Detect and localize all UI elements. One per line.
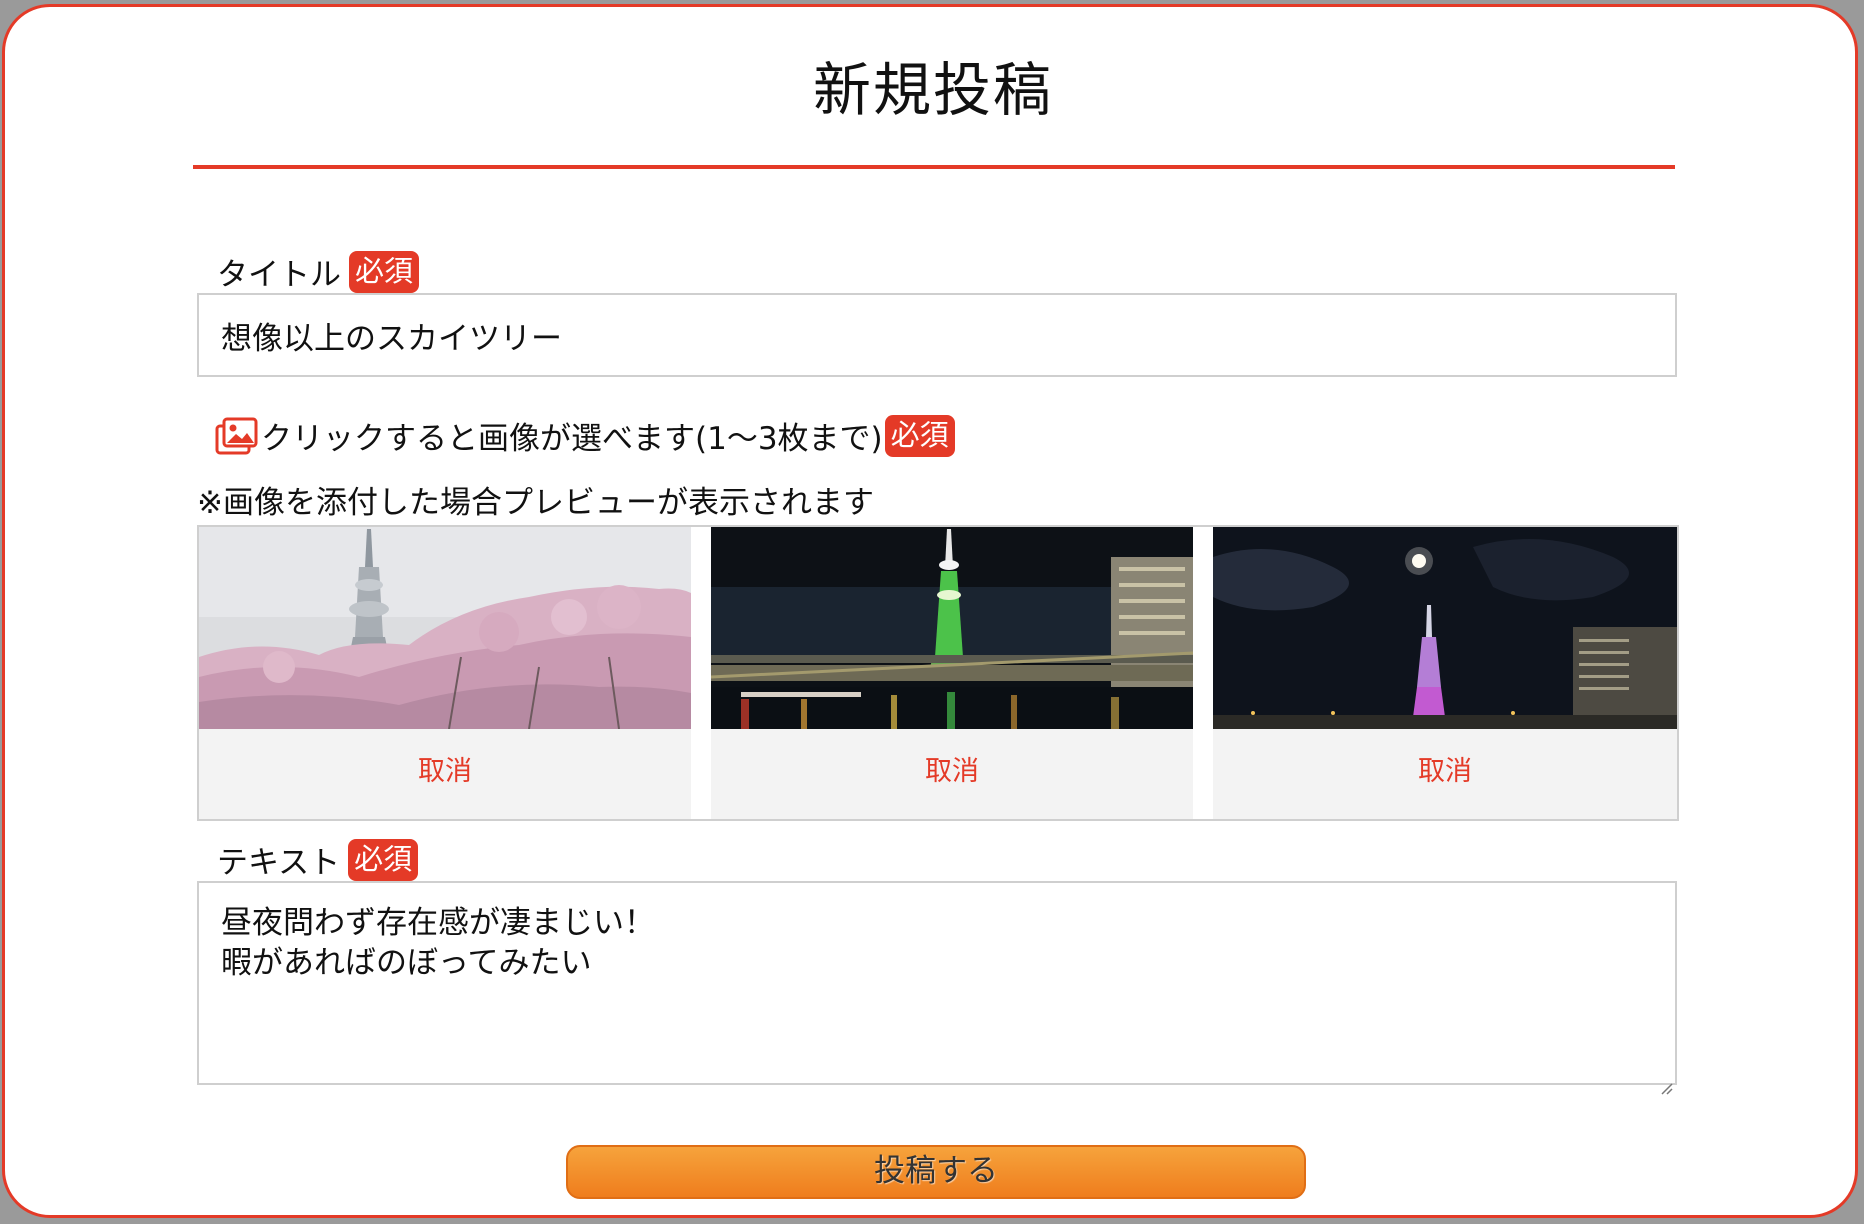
image-upload-icon[interactable] — [215, 416, 259, 456]
preview-photo-green-night — [711, 527, 1193, 729]
title-label: タイトル — [217, 257, 341, 293]
preview-photo-moon-night — [1213, 527, 1677, 729]
required-badge: 必須 — [884, 414, 955, 457]
image-preview-area: 取消 取消 取消 — [197, 525, 1679, 821]
text-label: テキスト — [217, 845, 341, 881]
image-preview-card: 取消 — [199, 527, 691, 819]
title-input[interactable]: 想像以上のスカイツリー — [197, 293, 1677, 377]
preview-note: ※画像を添付した場合プレビューが表示されます — [197, 485, 874, 521]
title-label-row: タイトル 必須 — [217, 249, 420, 294]
textarea-line: 暇があればのぼってみたい — [221, 945, 592, 981]
required-badge: 必須 — [349, 250, 420, 293]
image-preview-card: 取消 — [711, 527, 1193, 819]
resize-handle-icon[interactable] — [1657, 1065, 1673, 1095]
cancel-preview-2-button[interactable]: 取消 — [711, 749, 1193, 788]
image-select-label-row[interactable]: クリックすると画像が選べます(1〜3枚まで) 必須 — [215, 413, 955, 458]
required-badge: 必須 — [348, 838, 419, 881]
image-select-label[interactable]: クリックすると画像が選べます(1〜3枚まで) — [261, 413, 883, 458]
page-title: 新規投稿 — [812, 56, 1053, 124]
text-textarea[interactable]: 昼夜問わず存在感が凄まじい！ 暇があればのぼってみたい — [197, 881, 1677, 1095]
post-form-card: 新規投稿 タイトル 必須 想像以上のスカイツリー クリックすると画像が選べます(… — [2, 4, 1858, 1218]
cancel-preview-1-button[interactable]: 取消 — [199, 749, 691, 788]
text-label-row: テキスト 必須 — [217, 837, 419, 882]
textarea-line: 昼夜問わず存在感が凄まじい！ — [221, 905, 655, 941]
title-divider — [193, 165, 1675, 169]
submit-post-button[interactable]: 投稿する — [566, 1145, 1306, 1199]
preview-photo-cherry-blossoms — [199, 527, 691, 729]
title-input-value: 想像以上のスカイツリー — [221, 320, 562, 357]
cancel-preview-3-button[interactable]: 取消 — [1213, 749, 1677, 788]
image-preview-card: 取消 — [1213, 527, 1677, 819]
